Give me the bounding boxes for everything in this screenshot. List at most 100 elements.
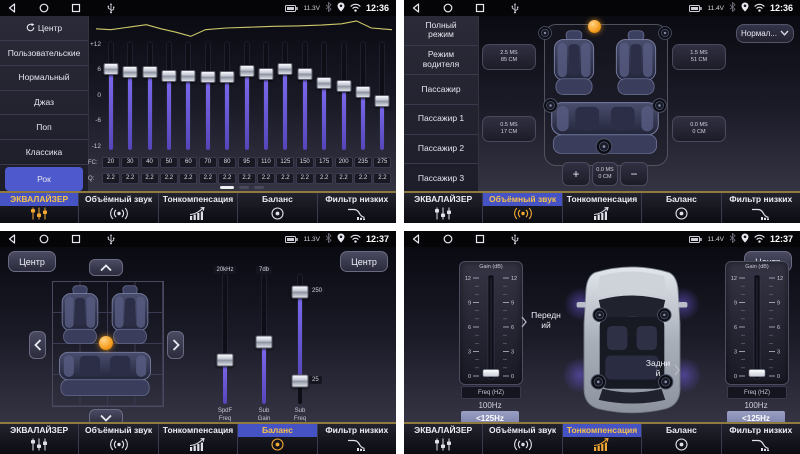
mode-item-0[interactable]: Полный режим xyxy=(404,16,478,46)
tab-loudness[interactable]: Тонкомпенсация xyxy=(158,193,237,223)
tab-surround-sound[interactable]: Объёмный звук xyxy=(78,193,157,223)
slider-handle[interactable] xyxy=(217,353,234,366)
q-value[interactable]: 2.2 xyxy=(373,173,391,184)
home-icon[interactable] xyxy=(443,3,453,13)
tab-low-pass-filter[interactable]: Фильтр низких xyxy=(317,424,396,454)
eq-band-slider[interactable] xyxy=(276,42,295,150)
front-gain-panel[interactable]: Gain (dB) 121299663300 xyxy=(459,261,523,385)
delay-front-right-button[interactable]: 1.5 MS 51 CM xyxy=(672,44,726,70)
arrow-left-button[interactable] xyxy=(29,331,46,359)
arrow-up-button[interactable] xyxy=(89,259,123,276)
eq-preset-2[interactable]: Нормальный xyxy=(0,66,88,91)
tab-equalizer[interactable]: ЭКВАЛАЙЗЕР xyxy=(404,193,482,223)
slider-handle[interactable] xyxy=(161,70,176,82)
slider-handle[interactable] xyxy=(336,80,351,92)
slider-handle[interactable] xyxy=(278,63,293,75)
tab-balance[interactable]: Баланс xyxy=(237,424,316,454)
eq-band-slider[interactable] xyxy=(373,42,392,150)
q-value[interactable]: 2.2 xyxy=(141,173,159,184)
freq-option-0[interactable]: 100Hz xyxy=(461,399,519,411)
mode-item-4[interactable]: Пассажир 2 xyxy=(404,135,478,165)
home-icon[interactable] xyxy=(39,234,49,244)
tab-low-pass-filter[interactable]: Фильтр низких xyxy=(721,193,800,223)
eq-band-slider[interactable] xyxy=(256,42,275,150)
q-value[interactable]: 2.2 xyxy=(160,173,178,184)
mode-item-5[interactable]: Пассажир 3 xyxy=(404,164,478,193)
tab-loudness[interactable]: Тонкомпенсация xyxy=(562,424,641,454)
eq-preset-1[interactable]: Пользовательские xyxy=(0,41,88,66)
q-value[interactable]: 2.2 xyxy=(296,173,314,184)
slider-handle[interactable] xyxy=(103,63,118,75)
eq-band-slider[interactable] xyxy=(237,42,256,150)
slider-handle[interactable] xyxy=(142,66,157,78)
eq-band-slider[interactable] xyxy=(295,42,314,150)
tab-surround-sound[interactable]: Объёмный звук xyxy=(78,424,157,454)
q-value[interactable]: 2.2 xyxy=(199,173,217,184)
tab-equalizer[interactable]: ЭКВАЛАЙЗЕР xyxy=(0,193,78,223)
fc-value[interactable]: 275 xyxy=(373,157,391,168)
slider-handle[interactable] xyxy=(297,68,312,80)
sub-center-button[interactable]: Центр xyxy=(340,251,388,272)
back-icon[interactable] xyxy=(7,3,17,13)
spdf-freq-slider[interactable]: 20kHz xyxy=(208,274,242,404)
delay-rear-left-button[interactable]: 0.5 MS 17 CM xyxy=(482,116,536,142)
eq-preset-6[interactable]: Рок xyxy=(5,167,83,191)
q-value[interactable]: 2.2 xyxy=(315,173,333,184)
recents-icon[interactable] xyxy=(475,234,485,244)
eq-preset-0[interactable]: Центр xyxy=(0,16,88,41)
balance-position-ball[interactable] xyxy=(99,336,113,350)
slider-handle[interactable] xyxy=(220,71,235,83)
rear-gain-panel[interactable]: Gain (dB) 121299663300 xyxy=(725,261,789,385)
sub-freq-slider[interactable]: 250 25 xyxy=(283,274,317,404)
mode-item-2[interactable]: Пассажир xyxy=(404,75,478,105)
tab-balance[interactable]: Баланс xyxy=(641,193,720,223)
eq-band-slider[interactable] xyxy=(101,42,120,150)
delay-rear-right-button[interactable]: 0.0 MS 0 CM xyxy=(672,116,726,142)
fc-value[interactable]: 175 xyxy=(315,157,333,168)
slider-handle-max[interactable] xyxy=(292,286,309,299)
q-value[interactable]: 2.2 xyxy=(354,173,372,184)
balance-center-button[interactable]: Центр xyxy=(8,251,56,272)
slider-handle[interactable] xyxy=(239,65,254,77)
recents-icon[interactable] xyxy=(475,3,485,13)
eq-preset-3[interactable]: Джаз xyxy=(0,91,88,116)
q-value[interactable]: 2.2 xyxy=(335,173,353,184)
back-icon[interactable] xyxy=(7,234,17,244)
fc-value[interactable]: 200 xyxy=(335,157,353,168)
q-value[interactable]: 2.2 xyxy=(257,173,275,184)
q-value[interactable]: 2.2 xyxy=(102,173,120,184)
eq-preset-4[interactable]: Поп xyxy=(0,115,88,140)
q-value[interactable]: 2.2 xyxy=(276,173,294,184)
eq-band-slider[interactable] xyxy=(120,42,139,150)
back-icon[interactable] xyxy=(411,3,421,13)
delay-minus-button[interactable]: − xyxy=(620,162,648,186)
tab-equalizer[interactable]: ЭКВАЛАЙЗЕР xyxy=(0,424,78,454)
home-icon[interactable] xyxy=(443,234,453,244)
page-indicator[interactable] xyxy=(88,186,396,189)
slider-handle[interactable] xyxy=(200,71,215,83)
slider-handle[interactable] xyxy=(256,335,273,348)
eq-band-slider[interactable] xyxy=(334,42,353,150)
fc-value[interactable]: 30 xyxy=(121,157,139,168)
fc-value[interactable]: 95 xyxy=(238,157,256,168)
fc-value[interactable]: 50 xyxy=(160,157,178,168)
listener-position-ball[interactable] xyxy=(588,20,601,33)
slider-handle[interactable] xyxy=(123,66,138,78)
q-value[interactable]: 2.2 xyxy=(121,173,139,184)
eq-band-slider[interactable] xyxy=(198,42,217,150)
arrow-right-button[interactable] xyxy=(167,331,184,359)
tab-surround-sound[interactable]: Объёмный звук xyxy=(482,193,561,223)
delay-front-left-button[interactable]: 2.5 MS 85 CM xyxy=(482,44,536,70)
sub-gain-slider[interactable]: 7db xyxy=(247,274,281,404)
slider-handle[interactable] xyxy=(375,95,390,107)
eq-band-slider[interactable] xyxy=(140,42,159,150)
tab-low-pass-filter[interactable]: Фильтр низких xyxy=(317,193,396,223)
fc-value[interactable]: 20 xyxy=(102,157,120,168)
fc-value[interactable]: 70 xyxy=(199,157,217,168)
eq-band-slider[interactable] xyxy=(217,42,236,150)
freq-option-0[interactable]: 100Hz xyxy=(727,399,785,411)
back-icon[interactable] xyxy=(411,234,421,244)
home-icon[interactable] xyxy=(39,3,49,13)
recents-icon[interactable] xyxy=(71,234,81,244)
slider-handle-min[interactable] xyxy=(292,374,309,387)
